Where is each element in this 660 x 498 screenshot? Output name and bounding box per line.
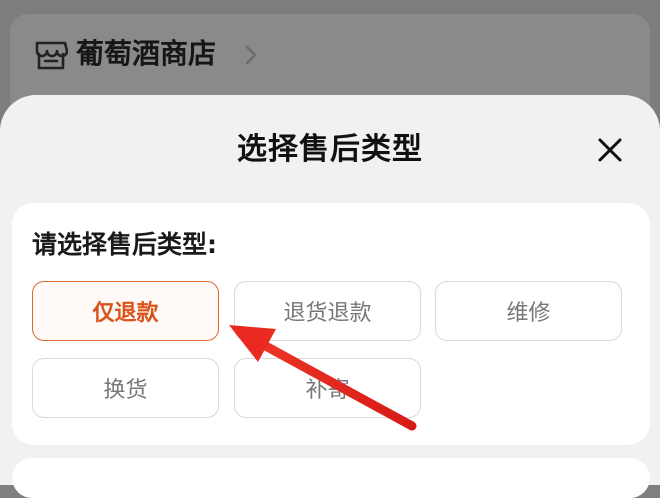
option-label: 退货退款 <box>283 301 372 326</box>
option-repair[interactable]: 维修 <box>435 281 622 341</box>
option-label: 换货 <box>103 378 148 403</box>
store-icon <box>35 41 68 70</box>
store-name[interactable]: 葡萄酒商店 <box>76 34 216 74</box>
option-label: 维修 <box>506 301 551 326</box>
option-label: 仅退款 <box>92 301 159 326</box>
option-resend[interactable]: 补寄 <box>234 358 421 418</box>
option-refund-only[interactable]: 仅退款 <box>32 281 219 341</box>
option-label: 补寄 <box>305 378 350 403</box>
option-exchange[interactable]: 换货 <box>32 358 219 418</box>
close-button[interactable] <box>592 132 628 168</box>
option-return-refund[interactable]: 退货退款 <box>234 281 421 341</box>
sheet-title: 选择售后类型 <box>237 132 423 167</box>
close-icon <box>598 138 622 162</box>
chevron-right-icon <box>245 45 257 65</box>
prompt-label: 请选择售后类型: <box>32 230 217 259</box>
next-panel <box>12 458 650 498</box>
